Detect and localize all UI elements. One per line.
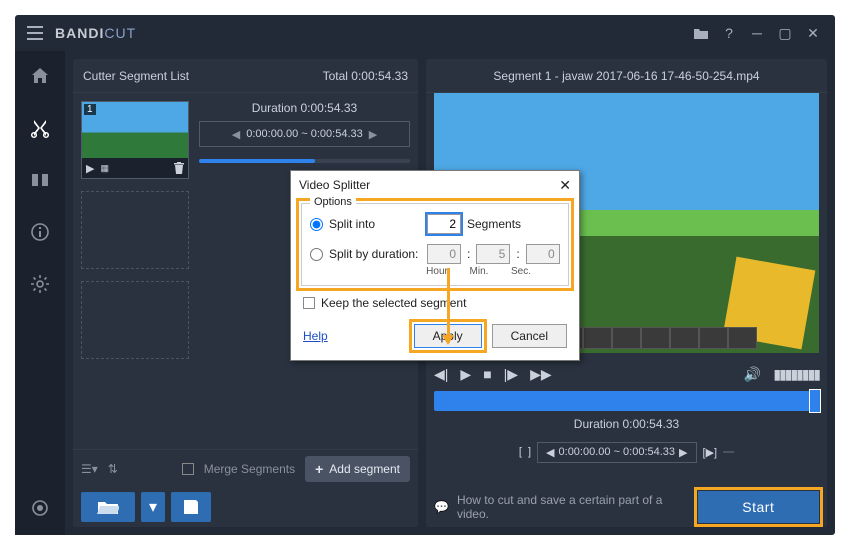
segment-toolbar: ☰▾ ⇅ Merge Segments + Add segment: [73, 449, 418, 487]
dialog-buttons: Help Apply Cancel: [291, 318, 579, 360]
volume-slider[interactable]: ▮▮▮▮▮▮▮▮: [773, 366, 819, 383]
chat-icon: 💬: [434, 500, 449, 514]
start-button[interactable]: Start: [698, 491, 819, 523]
video-splitter-dialog: Video Splitter ✕ Options Split into Segm…: [290, 170, 580, 361]
options-legend: Options: [310, 196, 356, 208]
dialog-title: Video Splitter: [299, 178, 370, 192]
dialog-titlebar[interactable]: Video Splitter ✕: [291, 171, 579, 199]
save-button[interactable]: [171, 492, 211, 522]
merge-checkbox[interactable]: [182, 463, 194, 475]
add-segment-button[interactable]: + Add segment: [305, 456, 410, 482]
min-label: Min.: [462, 266, 496, 277]
segment-list-header: Cutter Segment List Total 0:00:54.33: [73, 59, 418, 93]
thumb-delete-icon[interactable]: [174, 162, 184, 174]
thumb-play-icon[interactable]: ▶: [86, 162, 94, 175]
segment-list-title: Cutter Segment List: [83, 69, 189, 83]
help-link[interactable]: Help: [303, 329, 328, 343]
cancel-button[interactable]: Cancel: [492, 324, 567, 348]
split-duration-row: Split by duration: : :: [310, 244, 560, 264]
info-icon[interactable]: [25, 217, 55, 247]
preview-header: Segment 1 - javaw 2017-06-16 17-46-50-25…: [426, 59, 827, 93]
swap-icon[interactable]: ⇅: [108, 462, 118, 476]
preview-bottom-bar: 💬 How to cut and save a certain part of …: [426, 487, 827, 527]
keep-selected-row: Keep the selected segment: [291, 296, 579, 318]
sidebar: [15, 51, 65, 535]
split-duration-radio[interactable]: [310, 248, 323, 261]
next-frame-icon[interactable]: |▶: [504, 366, 518, 383]
segment-progress[interactable]: [199, 159, 410, 163]
sec-input[interactable]: [526, 244, 560, 264]
add-segment-label: Add segment: [329, 462, 400, 476]
segment-index: 1: [84, 104, 96, 115]
hour-input[interactable]: [427, 244, 461, 264]
open-file-button[interactable]: [81, 492, 135, 522]
play-range-icon[interactable]: [▶]: [703, 446, 718, 459]
segment-range-box[interactable]: ◀ 0:00:00.00 ~ 0:00:54.33 ▶: [199, 121, 410, 147]
timeline-handle[interactable]: [809, 389, 821, 413]
range-next-icon[interactable]: ▶: [363, 128, 383, 141]
tc-prev-icon[interactable]: ◀: [546, 446, 554, 459]
segment-row: 1 ▶ ▦ Duration 0:00:54.33 ◀ 0:00:00.00 ~: [81, 101, 410, 179]
mark-in-icon[interactable]: [: [519, 446, 522, 458]
fast-forward-icon[interactable]: ▶▶: [530, 366, 552, 383]
app-logo: BANDICUT: [55, 25, 136, 41]
playback-controls: ◀| ▶ ■ |▶ ▶▶ 🔊 ▮▮▮▮▮▮▮▮: [434, 359, 819, 389]
sec-label: Sec.: [504, 266, 538, 277]
titlebar: BANDICUT ? ─ ▢ ✕: [15, 15, 835, 51]
list-menu-icon[interactable]: ☰▾: [81, 462, 98, 476]
range-prev-icon[interactable]: ◀: [226, 128, 246, 141]
min-input[interactable]: [476, 244, 510, 264]
settings-icon[interactable]: [25, 269, 55, 299]
options-fieldset: Options Split into Segments Split by dur…: [301, 203, 569, 286]
volume-icon[interactable]: 🔊: [744, 366, 761, 383]
segments-label: Segments: [467, 217, 521, 231]
folder-icon[interactable]: [687, 19, 715, 47]
cut-icon[interactable]: [25, 113, 55, 143]
segment-list-total: Total 0:00:54.33: [323, 69, 408, 83]
split-into-radio[interactable]: [310, 218, 323, 231]
timecode-box[interactable]: ◀ 0:00:00.00 ~ 0:00:54.33 ▶: [537, 442, 696, 463]
segment-placeholder[interactable]: [81, 281, 189, 359]
split-into-row: Split into Segments: [310, 214, 560, 234]
timecode-text: 0:00:00.00 ~ 0:00:54.33: [559, 446, 676, 458]
timecode-row: [ ] ◀ 0:00:00.00 ~ 0:00:54.33 ▶ [▶] ⎯⎯: [434, 437, 819, 467]
join-icon[interactable]: [25, 165, 55, 195]
record-icon[interactable]: [25, 493, 55, 523]
home-icon[interactable]: [25, 61, 55, 91]
preview-duration: Duration 0:00:54.33: [434, 417, 819, 431]
minimize-icon[interactable]: ─: [743, 19, 771, 47]
segment-thumbnail[interactable]: 1 ▶ ▦: [81, 101, 189, 179]
file-toolbar: ▾: [73, 487, 418, 527]
hint-text: How to cut and save a certain part of a …: [457, 493, 682, 521]
keep-selected-label: Keep the selected segment: [321, 296, 466, 310]
thumb-grid-icon[interactable]: ▦: [100, 163, 109, 174]
hamburger-menu-icon[interactable]: [23, 21, 47, 45]
segments-input[interactable]: [427, 214, 461, 234]
mark-out-icon[interactable]: ]: [528, 446, 531, 458]
timeline-slider[interactable]: [434, 391, 819, 411]
plus-icon: +: [315, 461, 323, 477]
preview-title: Segment 1 - javaw 2017-06-16 17-46-50-25…: [493, 69, 759, 83]
stop-icon[interactable]: ■: [483, 366, 491, 382]
segment-duration-label: Duration 0:00:54.33: [199, 101, 410, 115]
split-duration-label: Split by duration:: [329, 247, 421, 261]
open-dropdown-button[interactable]: ▾: [141, 492, 165, 522]
segment-range-text: 0:00:00.00 ~ 0:00:54.33: [246, 128, 363, 140]
tc-next-icon[interactable]: ▶: [679, 446, 687, 459]
close-icon[interactable]: ✕: [799, 19, 827, 47]
annotation-arrow: [447, 268, 450, 343]
keep-selected-checkbox[interactable]: [303, 297, 315, 309]
prev-frame-icon[interactable]: ◀|: [434, 366, 448, 383]
app-window: BANDICUT ? ─ ▢ ✕ Cutter Segment List Tot…: [15, 15, 835, 535]
play-icon[interactable]: ▶: [460, 366, 471, 383]
help-icon[interactable]: ?: [715, 19, 743, 47]
segment-placeholder[interactable]: [81, 191, 189, 269]
split-into-label: Split into: [329, 217, 421, 231]
maximize-icon[interactable]: ▢: [771, 19, 799, 47]
dialog-close-icon[interactable]: ✕: [559, 177, 571, 194]
merge-label: Merge Segments: [204, 462, 295, 476]
split-icon[interactable]: ⎯⎯: [723, 446, 734, 459]
